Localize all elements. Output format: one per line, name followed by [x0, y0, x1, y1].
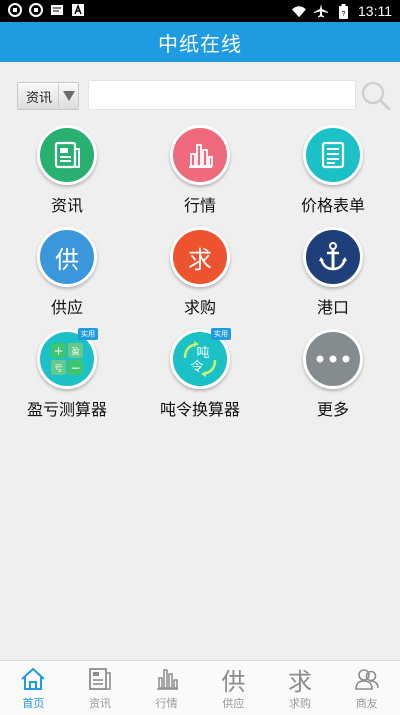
calc-key: 盈: [72, 347, 80, 356]
converter-icon: 吨 令 实用: [170, 328, 231, 389]
supply-glyph: 供: [55, 245, 79, 274]
grid-item-label: 资讯: [50, 196, 83, 215]
category-dropdown[interactable]: 资讯: [17, 82, 79, 110]
more-icon: [303, 329, 363, 389]
airplane-icon: [314, 4, 328, 18]
tab-label: 供应: [222, 697, 245, 710]
search-button[interactable]: [360, 80, 392, 112]
tab-news[interactable]: 资讯: [67, 661, 134, 715]
news-icon: [86, 665, 114, 693]
purchase-glyph: 求: [188, 245, 212, 274]
tab-purchase[interactable]: 求 求购: [267, 661, 334, 715]
calc-key: 亏: [55, 364, 63, 373]
tab-label: 商友: [355, 697, 378, 710]
grid-item-purchase[interactable]: 求 求购: [140, 227, 260, 322]
sync-icon: [8, 3, 22, 17]
tab-contacts[interactable]: 商友: [333, 661, 400, 715]
grid-item-profit-calculator[interactable]: + 盈 亏 − 实用 盈亏测算器: [7, 328, 127, 424]
tab-supply[interactable]: 供 供应: [200, 661, 267, 715]
search-bar: 资讯: [0, 62, 400, 122]
converter-key: 令: [190, 360, 203, 375]
calc-key: −: [70, 361, 80, 375]
wifi-icon: [292, 4, 306, 18]
tab-label: 求购: [289, 697, 312, 710]
font-icon: [71, 3, 85, 17]
chart-icon: [153, 665, 181, 693]
calculator-icon: + 盈 亏 − 实用: [37, 328, 98, 389]
sync-icon: [29, 3, 43, 17]
grid-item-label: 港口: [316, 298, 349, 317]
grid-item-ton-ream-converter[interactable]: 吨 令 实用 吨令换算器: [140, 328, 260, 424]
clock: 13:11: [358, 3, 392, 19]
tab-label: 行情: [155, 697, 178, 710]
tab-home[interactable]: 首页: [0, 661, 67, 715]
app-title: 中纸在线: [158, 31, 242, 56]
grid-item-label: 供应: [50, 298, 83, 317]
grid-item-label: 求购: [183, 298, 216, 317]
bottom-tab-bar: 首页 资讯 行情 供 供应 求 求购 商友: [0, 660, 400, 715]
grid-item-port[interactable]: 港口: [273, 227, 393, 322]
grid-item-supply[interactable]: 供 供应: [7, 227, 127, 322]
grid-item-label: 更多: [316, 400, 349, 419]
tab-market[interactable]: 行情: [133, 661, 200, 715]
supply-char-icon: 供: [37, 227, 97, 287]
anchor-icon: [303, 227, 363, 287]
badge: 实用: [78, 328, 98, 340]
grid-item-label: 价格表单: [300, 196, 365, 215]
grid-item-news[interactable]: 资讯: [7, 125, 127, 220]
grid-item-price-list[interactable]: 价格表单: [273, 125, 393, 220]
battery-icon: ?: [336, 3, 350, 19]
message-icon: [50, 3, 64, 17]
svg-text:?: ?: [341, 11, 345, 18]
home-icon: [19, 665, 47, 693]
purchase-char-icon: 求: [170, 227, 230, 287]
badge: 实用: [211, 328, 231, 340]
bar-chart-icon: [170, 125, 230, 185]
grid-item-more[interactable]: 更多: [273, 329, 393, 424]
status-bar: ? 13:11: [0, 0, 400, 22]
news-doc-icon: [37, 125, 97, 185]
triangle-down-icon: [58, 84, 78, 108]
grid-item-label: 盈亏测算器: [26, 400, 107, 419]
search-input[interactable]: [88, 80, 356, 110]
tab-label: 首页: [22, 697, 45, 710]
list-doc-icon: [303, 125, 363, 185]
grid-item-label: 行情: [183, 196, 216, 215]
grid-item-label: 吨令换算器: [159, 400, 240, 419]
app-header: 中纸在线: [0, 22, 400, 62]
converter-key: 吨: [196, 346, 209, 361]
grid-item-market[interactable]: 行情: [140, 125, 260, 220]
search-icon: [361, 81, 391, 111]
contacts-icon: [353, 665, 381, 693]
supply-icon: 供: [221, 667, 246, 696]
calc-key: +: [53, 344, 63, 358]
tab-label: 资讯: [89, 697, 111, 710]
category-label: 资讯: [26, 90, 53, 106]
purchase-icon: 求: [288, 667, 313, 696]
